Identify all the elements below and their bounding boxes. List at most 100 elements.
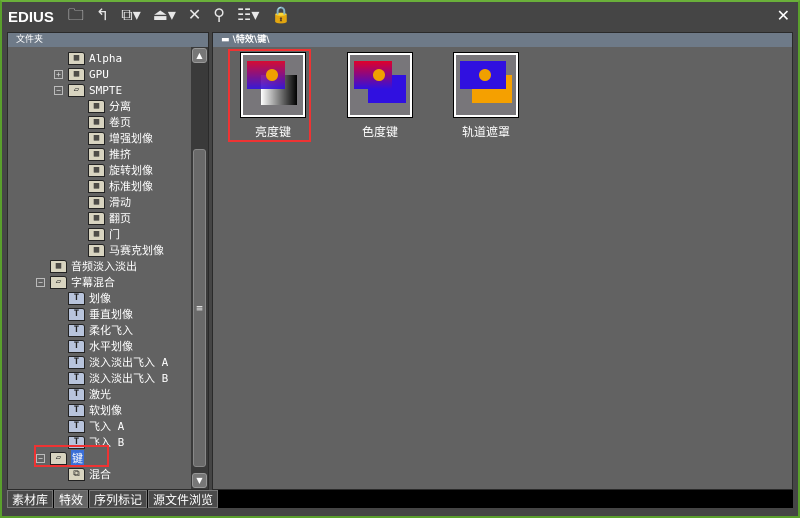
scroll-thumb[interactable]: ≡ xyxy=(193,149,206,467)
tree-item[interactable]: − ▱ SMPTE xyxy=(54,82,122,98)
title-effect-icon: T xyxy=(68,307,85,321)
tree-item-label: 标准划像 xyxy=(109,180,153,193)
tab-0[interactable]: 素材库 xyxy=(7,490,54,508)
search-icon[interactable]: ⚲ xyxy=(213,5,225,24)
effect-thumbnail xyxy=(453,52,519,118)
effect-item[interactable]: 轨道遮罩 xyxy=(446,52,526,140)
tree-item[interactable]: ▦ 卷页 xyxy=(88,114,131,130)
expander-icon[interactable]: + xyxy=(54,69,63,79)
scrollbar[interactable]: ▲ ≡ ▼ xyxy=(191,47,208,489)
tree-item-label: 音频淡入淡出 xyxy=(71,260,137,273)
tree-item-label: 垂直划像 xyxy=(89,308,133,321)
tree-item-label: 淡入淡出飞入 B xyxy=(89,372,169,385)
folder-icon: ▦ xyxy=(88,115,105,129)
folder-icon: ▦ xyxy=(88,163,105,177)
folder-icon: ▦ xyxy=(68,67,85,81)
scroll-up-button[interactable]: ▲ xyxy=(192,48,207,63)
folder-icon: ▦ xyxy=(50,259,67,273)
tree-item-label: 马赛克划像 xyxy=(109,244,164,257)
tree-item[interactable]: + ▦ GPU xyxy=(54,66,109,82)
tree-item-label: 柔化飞入 xyxy=(89,324,133,337)
tree-item[interactable]: − ▱ 字幕混合 xyxy=(36,274,115,290)
folder-tree: ▦ Alpha + ▦ GPU − ▱ SMPTE ▦ 分离 ▦ 卷页 ▦ 增强划像 ▦ 推挤 ▦ 旋转划像 ▦ 标准… xyxy=(8,47,190,491)
tree-item-label: 飞入 A xyxy=(89,420,125,433)
folder-icon: ▦ xyxy=(88,179,105,193)
path-bar: ▬ \特效\键\ xyxy=(213,33,792,47)
tree-item[interactable]: ⧉ 混合 xyxy=(68,466,111,482)
effect-item[interactable]: 色度键 xyxy=(340,52,420,140)
tree-item[interactable]: ▦ 门 xyxy=(88,226,120,242)
tree-item-label: 软划像 xyxy=(89,404,122,417)
expander-icon[interactable]: − xyxy=(54,85,63,95)
tree-item[interactable]: T 垂直划像 xyxy=(68,306,133,322)
tree-item[interactable]: T 划像 xyxy=(68,290,111,306)
tree-item-label: 卷页 xyxy=(109,116,131,129)
folder-icon[interactable]: 🗀 xyxy=(68,4,84,31)
effect-label: 轨道遮罩 xyxy=(461,125,510,139)
folder-icon: ▱ xyxy=(68,83,85,97)
folder-icon: ▦ xyxy=(88,195,105,209)
folder-icon: ▱ xyxy=(50,275,67,289)
import-icon[interactable]: ⏏▾ xyxy=(153,5,176,24)
folder-icon: ▦ xyxy=(88,227,105,241)
folder-icon: ▦ xyxy=(88,99,105,113)
tree-item[interactable]: ▦ 标准划像 xyxy=(88,178,153,194)
tree-item[interactable]: T 柔化飞入 xyxy=(68,322,133,338)
tree-item-label: 划像 xyxy=(89,292,111,305)
expander-icon[interactable]: − xyxy=(36,277,45,287)
tree-item-label: 推挤 xyxy=(109,148,131,161)
view-icon[interactable]: ☷▾ xyxy=(237,5,259,24)
highlight-box xyxy=(34,445,109,467)
tree-item-label: 字幕混合 xyxy=(71,276,115,289)
tree-item-label: 门 xyxy=(109,228,120,241)
up-icon[interactable]: ↰ xyxy=(96,5,109,24)
tree-item[interactable]: ▦ 分离 xyxy=(88,98,131,114)
tree-item[interactable]: ▦ 翻页 xyxy=(88,210,131,226)
tree-item-label: 激光 xyxy=(89,388,111,401)
title-effect-icon: T xyxy=(68,387,85,401)
tree-item[interactable]: T 激光 xyxy=(68,386,111,402)
tree-item-label: 混合 xyxy=(89,468,111,481)
tree-item[interactable]: ▦ Alpha xyxy=(68,50,122,66)
tree-item[interactable]: T 淡入淡出飞入 A xyxy=(68,354,168,370)
title-effect-icon: T xyxy=(68,403,85,417)
tree-item-label: 翻页 xyxy=(109,212,131,225)
tree-item[interactable]: T 软划像 xyxy=(68,402,122,418)
tree-item[interactable]: T 飞入 A xyxy=(68,418,124,434)
close-icon[interactable]: ✕ xyxy=(777,6,790,25)
folder-icon: ▬ xyxy=(221,35,233,45)
tab-2[interactable]: 序列标记 xyxy=(89,490,148,508)
tree-item[interactable]: ▦ 音频淡入淡出 xyxy=(50,258,137,274)
folder-icon: ▦ xyxy=(88,131,105,145)
tree-item-label: 水平划像 xyxy=(89,340,133,353)
lock-icon[interactable]: 🔒 xyxy=(271,5,291,24)
tree-item[interactable]: ▦ 增强划像 xyxy=(88,130,153,146)
tree-item[interactable]: T 淡入淡出飞入 B xyxy=(68,370,168,386)
tab-1[interactable]: 特效 xyxy=(54,490,89,508)
tree-item-label: 旋转划像 xyxy=(109,164,153,177)
tab-3[interactable]: 源文件浏览 xyxy=(148,490,219,508)
tree-item[interactable]: ▦ 推挤 xyxy=(88,146,131,162)
title-effect-icon: T xyxy=(68,419,85,433)
title-effect-icon: T xyxy=(68,355,85,369)
delete-icon[interactable]: ✕ xyxy=(188,5,201,24)
tree-item-label: 分离 xyxy=(109,100,131,113)
tree-item[interactable]: ▦ 旋转划像 xyxy=(88,162,153,178)
scroll-down-button[interactable]: ▼ xyxy=(192,473,207,488)
title-effect-icon: T xyxy=(68,339,85,353)
new-folder-icon[interactable]: ⧉▾ xyxy=(121,5,140,25)
folder-icon: ▦ xyxy=(88,243,105,257)
tree-item-label: 增强划像 xyxy=(109,132,153,145)
folder-panel: 文件夹 ▦ Alpha + ▦ GPU − ▱ SMPTE ▦ 分离 ▦ 卷页 ▦ 增强划像 ▦ 推挤 ▦ 旋转划… xyxy=(7,32,209,490)
title-effect-icon: T xyxy=(68,323,85,337)
tree-item[interactable]: ▦ 滑动 xyxy=(88,194,131,210)
tree-item-label: 滑动 xyxy=(109,196,131,209)
folder-icon: ⧉ xyxy=(68,467,85,481)
folder-icon: ▦ xyxy=(88,147,105,161)
tree-item[interactable]: ▦ 马赛克划像 xyxy=(88,242,164,258)
highlight-box xyxy=(228,49,311,142)
tree-item-label: GPU xyxy=(89,67,109,81)
app-logo: EDIUS xyxy=(8,8,54,26)
effect-label: 色度键 xyxy=(361,125,398,139)
tree-item[interactable]: T 水平划像 xyxy=(68,338,133,354)
